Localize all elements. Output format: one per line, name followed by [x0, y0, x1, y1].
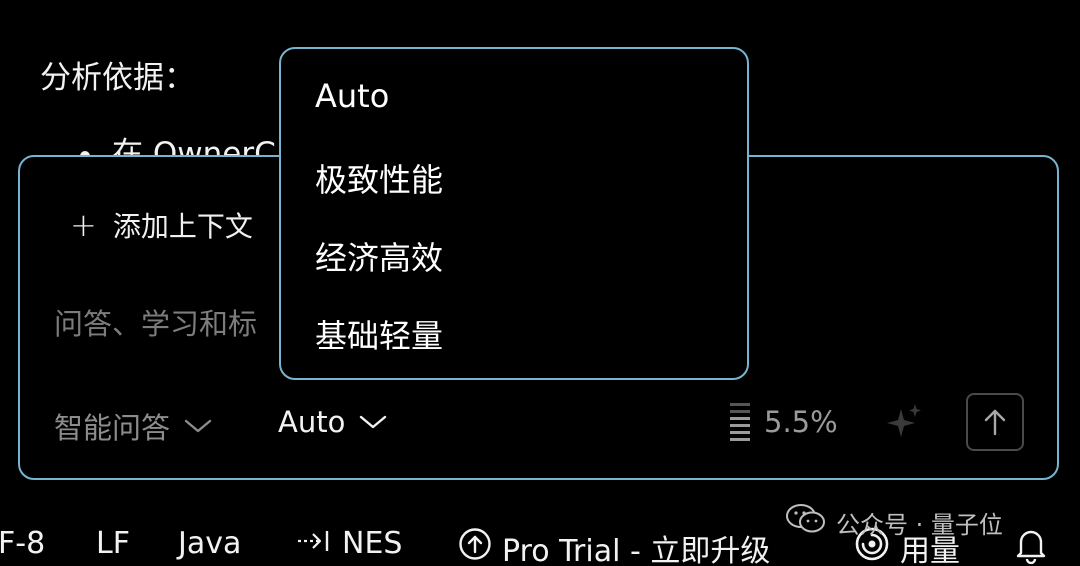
model-option-lightweight[interactable]: 基础轻量 — [315, 311, 443, 357]
encoding-indicator[interactable]: F-8 — [0, 526, 45, 561]
watermark-text: 公众号 · 量子位 — [836, 510, 1003, 539]
tab-arrow-icon — [296, 526, 332, 561]
sparkle-icon[interactable] — [884, 401, 924, 445]
ide-chat-screen: 分析依据： 在 OwnerC orm 方法内部通 + 添加上下文 问答、学习和标… — [0, 0, 1080, 566]
mode-selector[interactable]: 智能问答 — [54, 405, 212, 447]
wechat-logo-icon — [784, 502, 828, 542]
send-button[interactable] — [966, 393, 1024, 451]
nes-toggle[interactable]: NES — [296, 526, 402, 561]
add-context-label: 添加上下文 — [112, 210, 253, 243]
model-option-max-performance[interactable]: 极致性能 — [315, 155, 443, 201]
context-usage-meter[interactable]: 5.5% — [730, 403, 838, 441]
pro-trial-label: Pro Trial - 立即升级 — [502, 534, 771, 566]
chat-input[interactable]: 问答、学习和标 — [54, 301, 257, 343]
mode-selector-label: 智能问答 — [54, 411, 171, 445]
model-selector[interactable]: Auto — [278, 405, 387, 439]
context-usage-value: 5.5% — [764, 405, 838, 439]
pro-trial-upgrade-link[interactable]: Pro Trial - 立即升级 — [458, 526, 770, 566]
model-option-cost-efficient[interactable]: 经济高效 — [315, 233, 443, 279]
context-meter-icon — [730, 403, 750, 441]
add-context-button[interactable]: + 添加上下文 — [70, 205, 253, 245]
notification-bell-icon[interactable] — [1014, 526, 1048, 564]
plus-icon: + — [70, 206, 97, 244]
chevron-down-icon — [359, 414, 387, 430]
nes-label: NES — [342, 526, 403, 561]
upgrade-circle-icon — [458, 527, 492, 566]
chat-toolbar: 智能问答 Auto 5.5% — [54, 389, 1024, 453]
arrow-up-icon — [984, 409, 1006, 436]
model-selector-label: Auto — [278, 405, 346, 439]
analysis-heading: 分析依据： — [40, 60, 195, 96]
chevron-down-icon — [184, 418, 212, 434]
model-option-auto[interactable]: Auto — [315, 77, 389, 115]
line-ending-indicator[interactable]: LF — [96, 526, 130, 561]
model-dropdown-menu: Auto 极致性能 经济高效 基础轻量 — [279, 47, 749, 380]
wechat-watermark: 公众号 · 量子位 — [784, 502, 1003, 542]
language-indicator[interactable]: Java — [178, 526, 241, 561]
